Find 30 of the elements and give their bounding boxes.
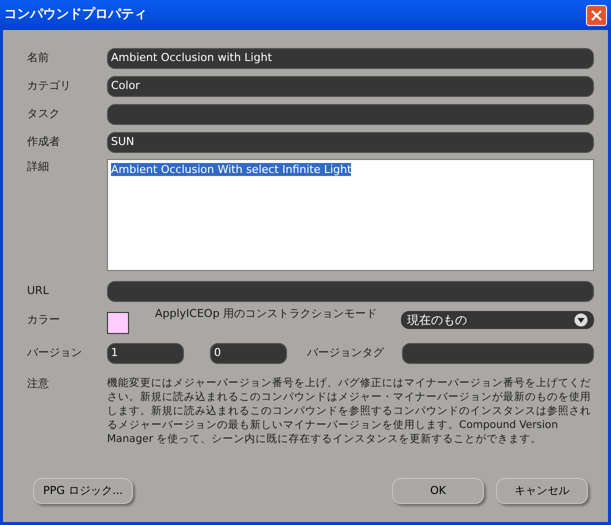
field-label: バージョンタグ bbox=[307, 346, 384, 359]
field-label: バージョン bbox=[27, 346, 82, 359]
ppg-logic-button[interactable]: PPG ロジック... bbox=[33, 478, 133, 504]
note-text: 機能変更にはメジャーバージョン番号を上げ、バグ修正にはマイナーバージョン番号を上げてください。新規に読み込まれるこのコンパウンドはメジャー・マイナーバージョンが最新のものを使用します。新規に読み込まれるこのコンパウンドを参照するコンパウンドのインスタンスは参照されるメジャーバージョンの最も新しいマイナーバージョンを使用します。Compound Version Manager を使って、シーン内に既に存在するインスタンスを更新することができます。 bbox=[107, 376, 592, 446]
text-field[interactable] bbox=[107, 104, 594, 124]
text-field[interactable]: 0 bbox=[210, 342, 287, 364]
text-field[interactable]: Ambient Occlusion with Light bbox=[107, 48, 594, 68]
text-field[interactable]: 1 bbox=[107, 342, 184, 364]
text-field[interactable] bbox=[402, 342, 594, 364]
description-text: Ambient Occlusion With select Infinite Light bbox=[111, 163, 352, 176]
text-area[interactable]: Ambient Occlusion With select Infinite Light bbox=[107, 159, 594, 271]
ok-button[interactable]: OK bbox=[392, 478, 484, 504]
text-field[interactable]: Color bbox=[107, 76, 594, 96]
window-title: コンパウンドプロパティ bbox=[4, 6, 147, 24]
field-label: カラー bbox=[27, 312, 60, 326]
text-field[interactable] bbox=[107, 280, 594, 302]
close-icon bbox=[591, 10, 602, 20]
field-label: 注意 bbox=[27, 377, 49, 390]
field-label: 名前 bbox=[27, 50, 49, 64]
text-field[interactable]: SUN bbox=[107, 132, 594, 152]
field-label: タスク bbox=[27, 106, 60, 120]
field-label: カテゴリ bbox=[27, 78, 71, 92]
dropdown[interactable]: 現在のもの bbox=[401, 311, 594, 329]
field-label: ApplyICEOp 用のコンストラクションモード bbox=[155, 307, 378, 320]
field-label: 詳細 bbox=[27, 160, 49, 173]
close-button[interactable] bbox=[586, 4, 607, 26]
color-swatch[interactable] bbox=[107, 312, 129, 334]
cancel-button[interactable]: キャンセル bbox=[496, 478, 588, 504]
field-label: 作成者 bbox=[27, 134, 60, 148]
field-label: URL bbox=[27, 284, 49, 297]
